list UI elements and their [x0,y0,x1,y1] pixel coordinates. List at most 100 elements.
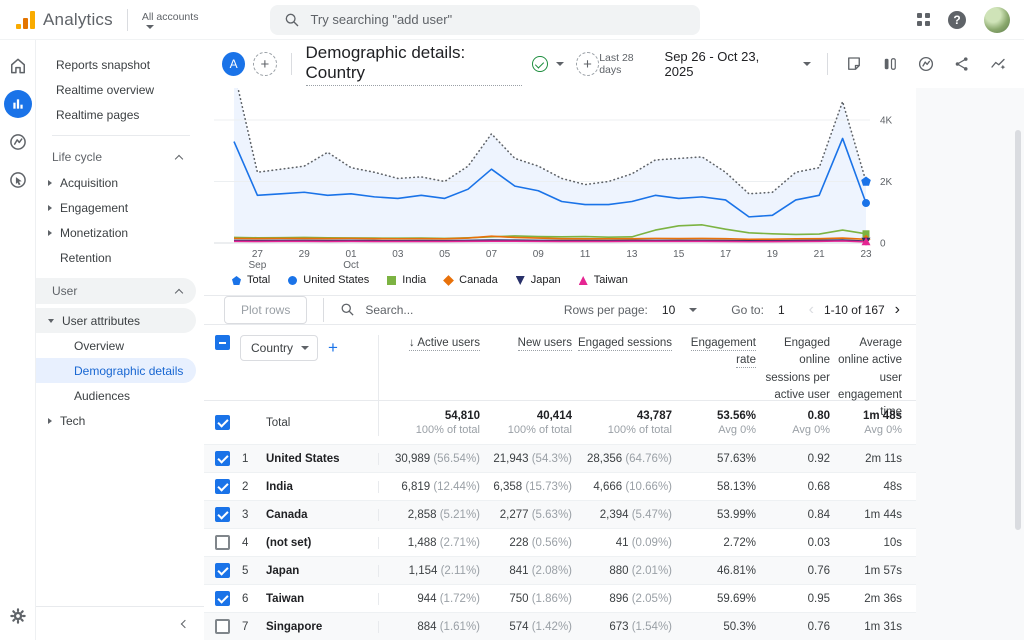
total-metric-cell: 43,787100% of total [574,410,674,436]
chevron-down-icon[interactable] [689,308,697,312]
legend-item-japan[interactable]: Japan [516,274,561,286]
column-header-engaged-sessions[interactable]: Engaged sessions [574,335,674,352]
share-icon[interactable] [952,54,972,74]
report-card: 02K4K27Sep2901Oct0305070911131517192123 … [204,88,916,640]
x-tick-label: 01 [345,249,357,260]
column-header-new-users[interactable]: New users [482,335,574,352]
sidebar-item-engagement[interactable]: Engagement [36,195,196,220]
row-checkbox[interactable] [215,479,230,494]
legend-item-total[interactable]: Total [232,274,270,286]
column-header-engagement-rate[interactable]: Engagement rate [674,335,758,370]
sidebar-item-acquisition[interactable]: Acquisition [36,170,196,195]
plot-rows-button[interactable]: Plot rows [224,296,307,324]
metric-cell: 59.69% [674,593,758,605]
dimension-select[interactable]: Country [240,335,318,361]
help-icon[interactable]: ? [948,11,966,29]
row-checkbox[interactable] [215,535,230,550]
sidebar-item-realtime-overview[interactable]: Realtime overview [36,77,196,102]
insights-icon[interactable] [988,54,1008,74]
metric-cell: 750 (1.86%) [482,593,574,605]
country-name: Singapore [266,621,378,633]
expand-arrow-icon [48,180,52,186]
rows-per-page-select[interactable]: 10 [656,299,681,321]
metric-cell: 944 (1.72%) [378,593,482,605]
sidebar-item-reports-snapshot[interactable]: Reports snapshot [36,52,196,77]
metric-cell: 58.13% [674,481,758,493]
report-menu-caret[interactable] [556,62,564,66]
sidebar-section-life-cycle[interactable]: Life cycle [36,144,196,170]
sidebar-item-audiences[interactable]: Audiences [36,383,196,408]
column-header-active-users[interactable]: ↓ Active users [378,335,482,411]
select-all-checkbox[interactable] [215,335,230,350]
collapse-sidebar-icon[interactable] [181,619,189,627]
segment-chip[interactable]: A [222,52,245,76]
row-checkbox[interactable] [215,563,230,578]
next-page-button[interactable]: › [895,302,900,318]
metric-cell: 2,394 (5.47%) [574,509,674,521]
global-search-input[interactable]: Try searching "add user" [270,5,700,35]
row-checkbox[interactable] [215,619,230,634]
add-report-button[interactable]: + [576,52,599,76]
column-header-engaged-sessions-per-user[interactable]: Engaged online sessions per active user [758,335,832,404]
total-metric-cell: 1m 48sAvg 0% [832,410,916,436]
table-controls: Plot rows Search... Rows per page: 10 Go… [204,295,916,324]
sidebar-section-user[interactable]: User [36,278,196,304]
sidebar-item-user-attributes[interactable]: User attributes [36,308,196,333]
scrollbar[interactable] [1015,130,1021,530]
total-row-checkbox[interactable] [215,415,230,430]
metric-cell: 2m 11s [832,453,916,465]
add-comparison-button[interactable]: + [253,52,276,76]
analytics-logo-icon[interactable] [16,11,35,29]
left-rail [0,40,36,640]
legend-item-united-states[interactable]: United States [288,274,369,286]
y-tick-label: 0 [880,239,886,250]
table-search-input[interactable]: Search... [340,302,413,317]
expand-arrow-icon [48,205,52,211]
goto-page-input[interactable]: 1 [772,299,791,321]
sidebar-item-demographic-details[interactable]: Demographic details [36,358,196,383]
sidebar-item-overview[interactable]: Overview [36,333,196,358]
series-marker-united-states [862,199,870,207]
account-selector[interactable]: All accounts [142,11,199,29]
apps-grid-icon[interactable] [917,13,930,26]
sidebar-item-monetization[interactable]: Monetization [36,220,196,245]
legend-item-taiwan[interactable]: Taiwan [579,274,628,286]
metric-cell: 6,819 (12.44%) [378,481,482,493]
add-dimension-button[interactable]: + [328,338,338,358]
legend-item-canada[interactable]: Canada [444,274,498,286]
country-name: Taiwan [266,593,378,605]
metric-cell: 2,277 (5.63%) [482,509,574,521]
metric-cell: 50.3% [674,621,758,633]
feedback-note-icon[interactable] [844,54,864,74]
avatar[interactable] [984,7,1010,33]
sidebar-item-retention[interactable]: Retention [36,245,196,270]
country-name: (not set) [266,537,378,549]
x-tick-label: 09 [533,249,545,260]
metric-cell: 1m 57s [832,565,916,577]
sidebar-item-realtime-pages[interactable]: Realtime pages [36,102,196,127]
explore-icon[interactable] [4,128,32,156]
prev-page-button[interactable]: ‹ [809,302,814,318]
chevron-up-icon [175,154,183,162]
advertising-icon[interactable] [4,166,32,194]
x-tick-label: 13 [626,249,638,260]
date-range-picker[interactable]: Last 28 days Sep 26 - Oct 23, 2025 [599,49,811,79]
reports-icon[interactable] [4,90,32,118]
explore-report-icon[interactable] [916,54,936,74]
metric-cell: 0.03 [758,537,832,549]
row-checkbox[interactable] [215,591,230,606]
home-icon[interactable] [4,52,32,80]
legend-item-india[interactable]: India [387,274,426,286]
sidebar-item-tech[interactable]: Tech [36,408,196,433]
row-checkbox[interactable] [215,507,230,522]
chevron-up-icon [175,288,183,296]
metric-cell: 2,858 (5.21%) [378,509,482,521]
rows-per-page-label: Rows per page: [564,303,648,317]
metric-cell: 4,666 (10.66%) [574,481,674,493]
settings-gear-icon[interactable] [4,602,32,630]
metric-cell: 0.68 [758,481,832,493]
report-status-check-icon[interactable] [532,56,548,72]
column-header-avg-engagement-time[interactable]: Average online active user engagement ti… [832,335,916,421]
comparisons-icon[interactable] [880,54,900,74]
row-checkbox[interactable] [215,451,230,466]
